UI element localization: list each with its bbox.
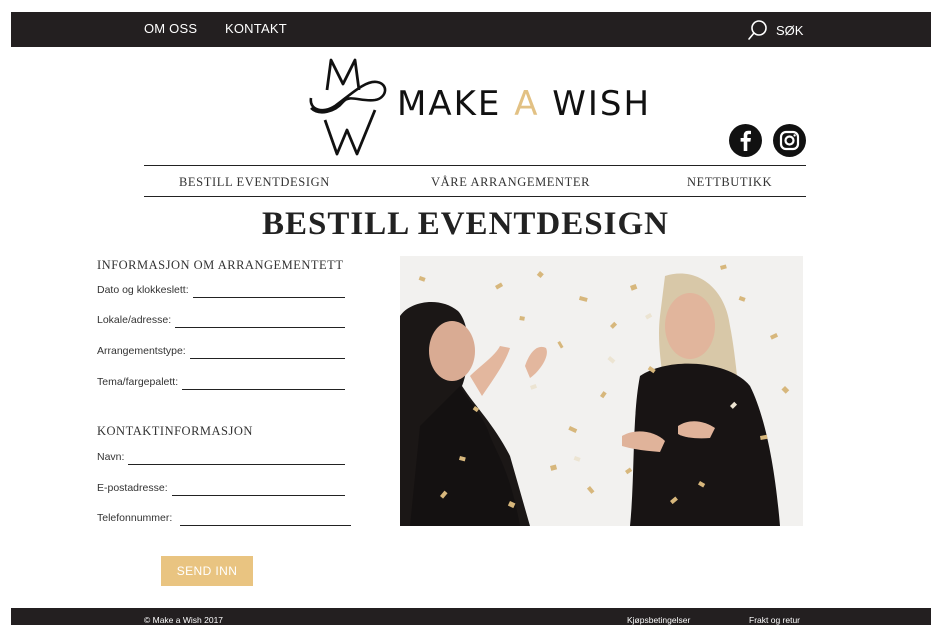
search-icon xyxy=(748,20,767,40)
contact-info-heading: KONTAKTINFORMASJON xyxy=(97,424,253,438)
nav-link-kontakt[interactable]: KONTAKT xyxy=(225,21,287,36)
instagram-icon xyxy=(779,130,800,151)
name-field[interactable]: Navn: xyxy=(97,449,345,465)
venue-input[interactable] xyxy=(175,316,345,328)
date-time-field[interactable]: Dato og klokkeslett: xyxy=(97,282,345,298)
facebook-icon xyxy=(740,130,751,151)
phone-input[interactable] xyxy=(180,514,351,526)
main-nav-arrangementer[interactable]: VÅRE ARRANGEMENTER xyxy=(431,175,590,190)
main-nav-bestill[interactable]: BESTILL EVENTDESIGN xyxy=(179,175,330,190)
main-nav-nettbutikk[interactable]: NETTBUTIKK xyxy=(687,175,772,190)
confetti-photo-illustration xyxy=(400,256,803,526)
event-info-heading: INFORMASJON OM ARRANGEMENTETT xyxy=(97,258,344,272)
main-nav: BESTILL EVENTDESIGN VÅRE ARRANGEMENTER N… xyxy=(144,165,806,197)
date-time-label: Dato og klokkeslett: xyxy=(97,284,189,296)
footer-link-terms[interactable]: Kjøpsbetingelser xyxy=(627,615,690,625)
email-label: E-postadresse: xyxy=(97,482,168,494)
event-type-field[interactable]: Arrangementstype: xyxy=(97,343,345,359)
logo-word-a: A xyxy=(514,84,540,124)
logo-word-make: MAKE xyxy=(397,84,502,124)
name-label: Navn: xyxy=(97,451,125,463)
venue-label: Lokale/adresse: xyxy=(97,314,172,326)
instagram-link[interactable] xyxy=(773,124,806,157)
name-input[interactable] xyxy=(128,453,345,465)
footer-link-shipping[interactable]: Frakt og retur xyxy=(749,615,800,625)
search-label: SØK xyxy=(776,22,804,38)
email-input[interactable] xyxy=(171,484,345,496)
theme-input[interactable] xyxy=(182,378,345,390)
search-button[interactable]: SØK xyxy=(747,19,803,41)
top-bar: OM OSS KONTAKT SØK xyxy=(11,12,931,47)
nav-link-om-oss[interactable]: OM OSS xyxy=(144,21,197,36)
page-title: BESTILL EVENTDESIGN xyxy=(262,206,669,242)
event-photo xyxy=(400,256,803,526)
theme-field[interactable]: Tema/fargepalett: xyxy=(97,374,345,390)
logo-monogram-icon xyxy=(309,58,387,156)
venue-field[interactable]: Lokale/adresse: xyxy=(97,312,345,328)
footer: © Make a Wish 2017 Kjøpsbetingelser Frak… xyxy=(11,608,931,625)
theme-label: Tema/fargepalett: xyxy=(97,376,179,388)
footer-copyright: © Make a Wish 2017 xyxy=(144,615,224,625)
event-type-input[interactable] xyxy=(189,347,345,359)
logo[interactable]: MAKE A WISH xyxy=(305,54,655,160)
event-type-label: Arrangementstype: xyxy=(97,345,186,357)
send-button[interactable]: SEND INN xyxy=(161,556,253,586)
logo-wordmark: MAKE A WISH xyxy=(397,84,651,124)
email-field[interactable]: E-postadresse: xyxy=(97,480,345,496)
phone-label: Telefonnummer: xyxy=(97,512,173,524)
date-time-input[interactable] xyxy=(192,286,345,298)
phone-field[interactable]: Telefonnummer: xyxy=(97,510,351,526)
facebook-link[interactable] xyxy=(729,124,762,157)
logo-word-wish: WISH xyxy=(552,84,652,124)
